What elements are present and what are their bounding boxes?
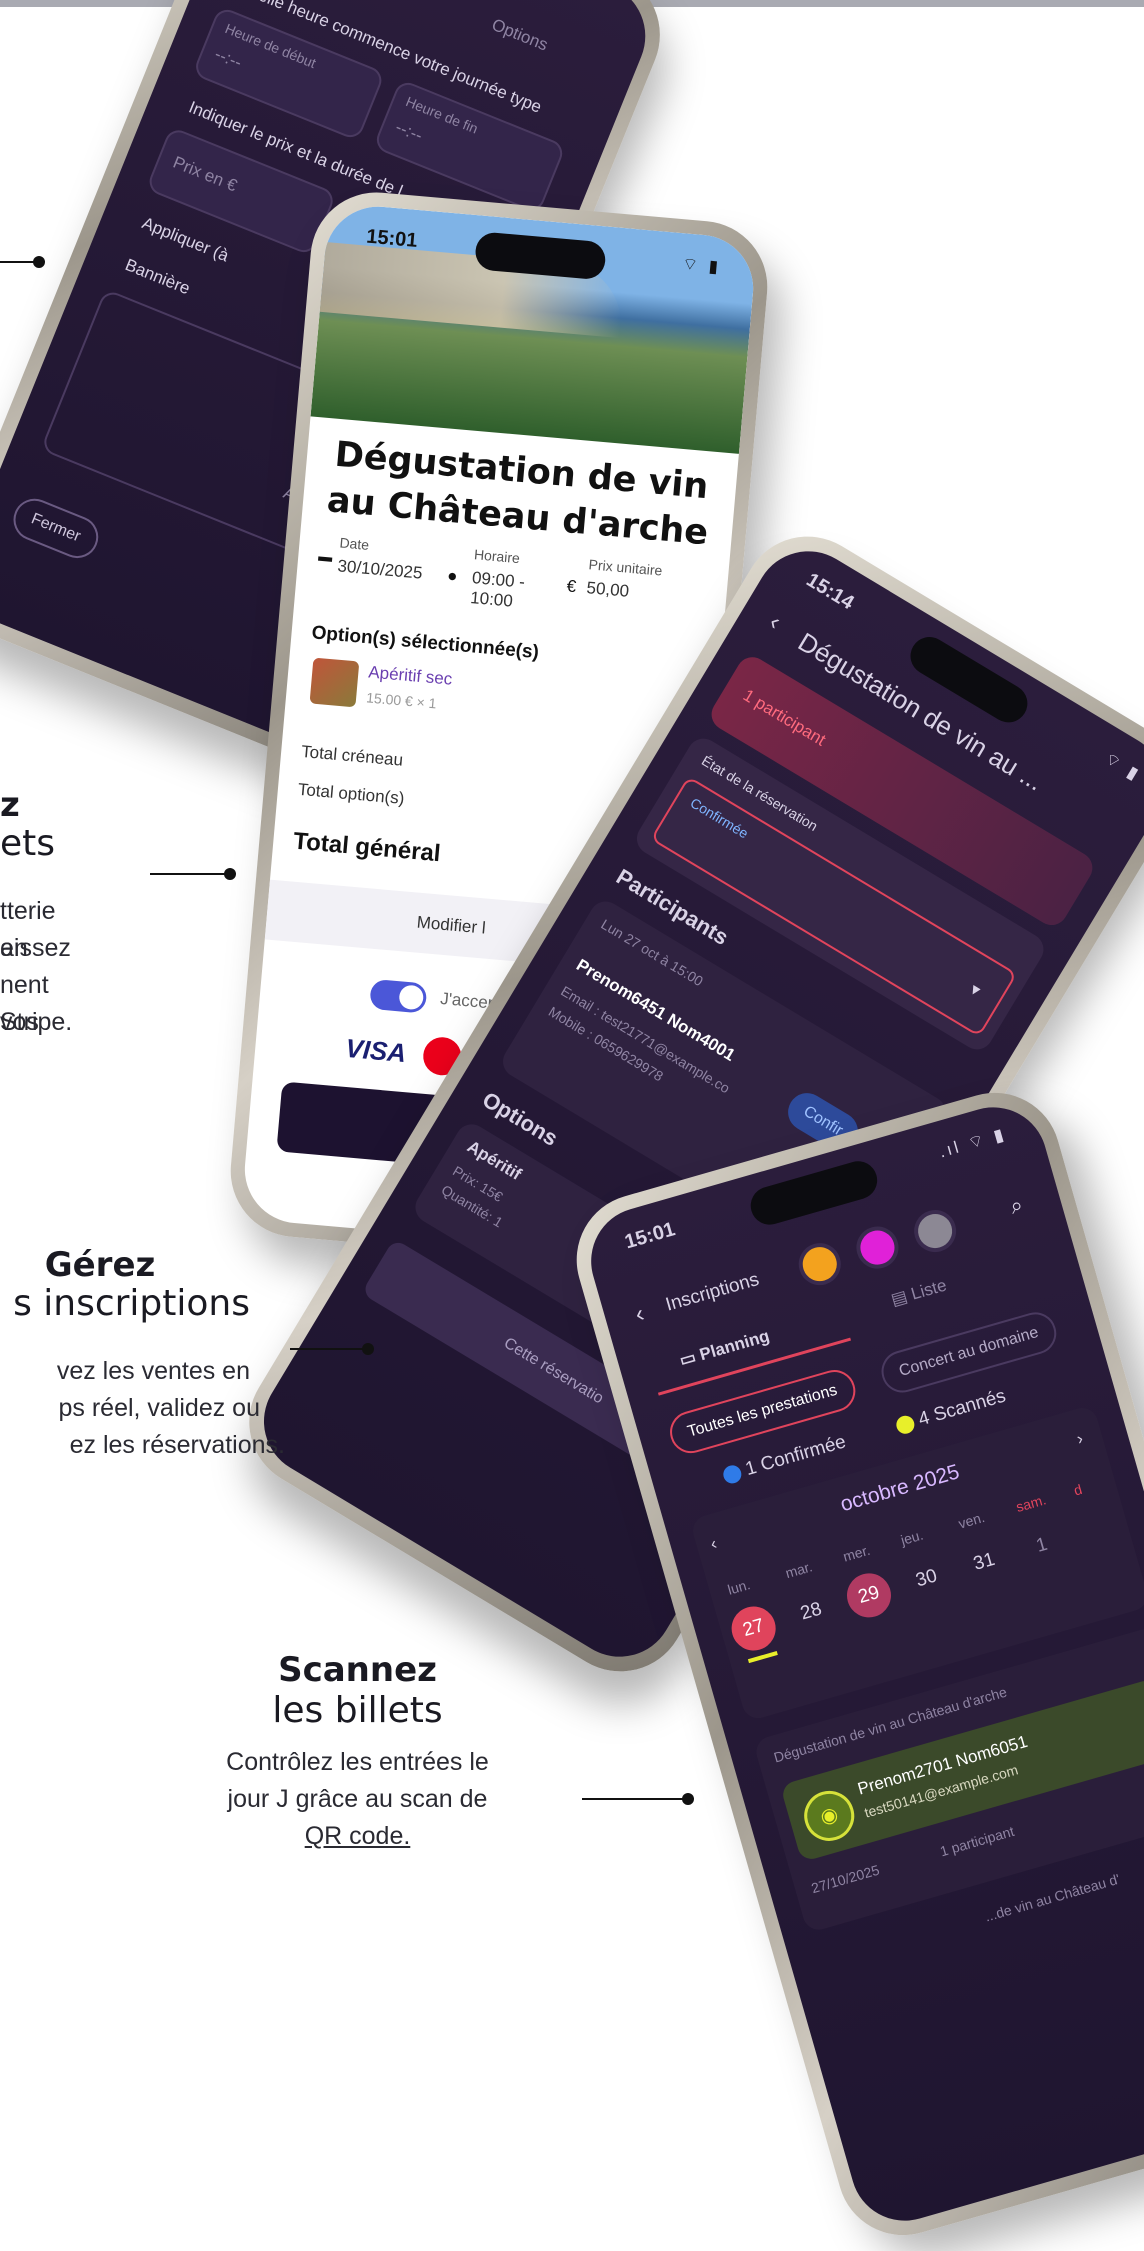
options-title: Option(s) sélectionnée(s) — [310, 622, 540, 664]
tab-list[interactable]: ▤ Liste — [889, 1275, 949, 1310]
weekday-6: d — [1071, 1480, 1084, 1499]
feature-3-desc-0: Contrôlez les entrées le — [226, 1748, 489, 1776]
weekday-5: sam. — [1014, 1491, 1048, 1516]
weekday-4: ven. — [956, 1508, 987, 1532]
status-icons: .ıl ⌔ ▮ — [936, 1124, 1009, 1162]
calendar-icon: ▬ — [317, 547, 334, 565]
accept-toggle[interactable] — [369, 978, 428, 1014]
apply-label[interactable]: Appliquer (à — [139, 213, 231, 266]
participants-count: 1 participant — [739, 685, 829, 750]
day-31[interactable]: 31 — [957, 1535, 1011, 1589]
status-time: 15:14 — [802, 568, 858, 615]
price-placeholder: Prix en € — [170, 152, 240, 196]
end-placeholder: --:-- — [392, 117, 426, 146]
total-options: Total option(s) — [297, 779, 406, 808]
filter-dots — [793, 1200, 980, 1295]
tab-planning-label: Planning — [697, 1326, 772, 1365]
scanned-count: 4 Scannés — [894, 1385, 1009, 1437]
scan-date: 27/10/2025 — [809, 1861, 882, 1897]
status-time: 15:01 — [365, 225, 419, 252]
next-event: ...de vin au Château d' — [982, 1870, 1122, 1925]
confirmed-label: 1 Confirmée — [743, 1431, 849, 1481]
option-thumbnail — [309, 657, 360, 708]
state-value: Confirmée — [687, 794, 752, 842]
filter-concert[interactable]: Concert au domaine — [876, 1307, 1062, 1398]
chevron-down-icon: ▾ — [966, 979, 984, 1001]
scanned-dot — [894, 1413, 917, 1436]
prev-month-icon[interactable]: ‹ — [708, 1534, 719, 1555]
date-label: Date — [338, 534, 370, 553]
option-price: 15.00 € × 1 — [365, 689, 438, 712]
magenta-dot[interactable] — [851, 1221, 904, 1274]
status-icons: ⌔ ▮ — [681, 254, 722, 277]
grey-dot[interactable] — [909, 1205, 962, 1258]
connector-line-3 — [290, 1348, 368, 1350]
day-29[interactable]: 29 — [841, 1568, 897, 1623]
orange-dot[interactable] — [793, 1238, 846, 1291]
feature-2-desc-2: ez les réservations. — [69, 1431, 285, 1459]
weekday-3: jeu. — [898, 1526, 925, 1549]
connector-dot-4 — [682, 1793, 694, 1805]
hour-value: 09:00 - 10:00 — [469, 568, 526, 611]
feature-3-desc-2: QR code. — [304, 1822, 411, 1850]
planning-screen: 15:01 .ıl ⌔ ▮ ‹ Inscriptions ⌕ ▭ Plannin… — [578, 1094, 1144, 2234]
date-value: 30/10/2025 — [336, 556, 424, 583]
price-value: 50,00 — [585, 578, 630, 601]
inscriptions-title: Inscriptions — [663, 1268, 762, 1316]
feature-1-title-light: ets — [0, 823, 56, 864]
dynamic-island — [746, 1156, 882, 1230]
connector-dot-1 — [33, 256, 45, 268]
weekday-0: lun. — [725, 1576, 752, 1598]
connector-dot-2 — [224, 868, 236, 880]
visa-logo: VISA — [344, 1032, 408, 1069]
day-27[interactable]: 27 — [726, 1601, 781, 1656]
back-icon[interactable]: ‹ — [632, 1300, 647, 1329]
status-time: 15:01 — [622, 1218, 678, 1254]
feature-3-title-light: les billets — [272, 1690, 443, 1731]
feature-3-desc-1: jour J grâce au scan de — [227, 1785, 488, 1813]
status-icons: ⌔ ▮ — [1100, 748, 1144, 785]
confirmed-dot — [721, 1463, 744, 1486]
feature-2-title-light: s inscriptions — [13, 1283, 250, 1324]
total-general: Total général — [292, 827, 442, 868]
search-icon[interactable]: ⌕ — [1007, 1191, 1026, 1219]
month-label: octobre 2025 — [837, 1460, 963, 1517]
connector-line-4 — [582, 1798, 687, 1800]
weekday-1: mar. — [783, 1558, 815, 1582]
scanned-label: 4 Scannés — [916, 1385, 1009, 1431]
day-27-marker — [747, 1650, 778, 1664]
start-placeholder: --:-- — [211, 44, 245, 73]
back-icon[interactable]: ‹ — [764, 608, 786, 636]
feature-1-desc-3: Stripe. — [0, 1008, 73, 1036]
feature-1-title-bold: z — [0, 785, 20, 825]
tab-list-label: Liste — [908, 1275, 949, 1304]
scan-count: 1 participant — [938, 1822, 1016, 1860]
feature-1-desc-1: aissez — [0, 934, 71, 962]
event-title: Dégustation de vin au Château d'arche — [325, 434, 710, 554]
hour-label: Horaire — [473, 546, 521, 567]
price-label: Prix unitaire — [588, 556, 664, 579]
connector-dot-3 — [362, 1343, 374, 1355]
eye-icon[interactable]: ◉ — [798, 1784, 861, 1847]
tab-options[interactable]: Options — [489, 15, 550, 55]
feature-scan: Scannez les billets Contrôlez les entrée… — [180, 1650, 535, 1855]
connector-line-2 — [150, 873, 230, 875]
option-name: Apéritif sec — [367, 662, 454, 689]
feature-2-desc-0: vez les ventes en — [56, 1357, 250, 1385]
feature-2-desc-1: ps réel, validez ou — [58, 1394, 260, 1422]
day-28[interactable]: 28 — [784, 1585, 838, 1639]
total-slot: Total créneau — [300, 741, 404, 770]
day-1[interactable]: 1 — [1015, 1519, 1069, 1573]
weekday-2: mer. — [841, 1541, 872, 1565]
clock-icon: ● — [446, 565, 459, 586]
euro-icon: € — [565, 576, 577, 597]
day-30[interactable]: 30 — [899, 1552, 953, 1606]
next-month-icon[interactable]: › — [1074, 1429, 1085, 1450]
feature-2-title-bold: Gérez — [44, 1245, 156, 1285]
feature-3-title-bold: Scannez — [278, 1650, 437, 1690]
close-button[interactable]: Fermer — [7, 492, 105, 565]
banner-label: Bannière — [122, 255, 193, 299]
